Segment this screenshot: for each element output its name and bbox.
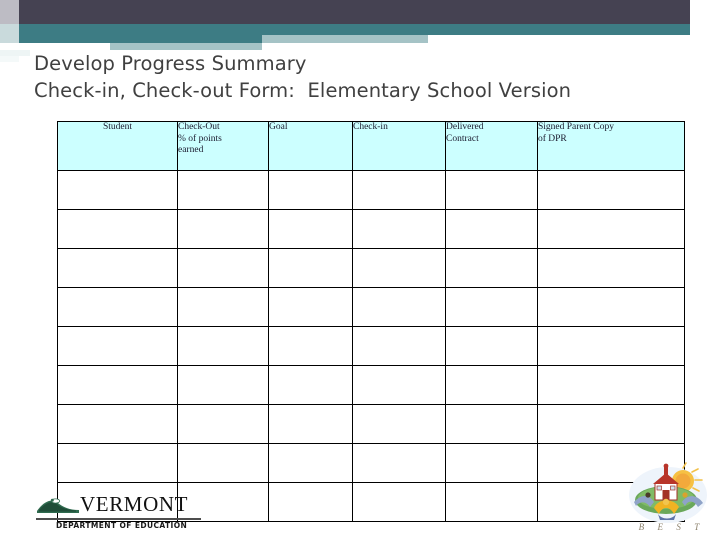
best-program-seal: B E S T (628, 462, 708, 540)
table-cell[interactable] (57, 209, 178, 249)
table-cell[interactable] (537, 287, 685, 327)
table-cell[interactable] (352, 287, 446, 327)
table-cell[interactable] (352, 326, 446, 366)
vermont-doe-logo: VERMONT DEPARTMENT OF EDUCATION (36, 492, 201, 536)
table-cell[interactable] (177, 209, 269, 249)
banner-teal-right-stripe-4 (0, 35, 19, 43)
table-cell[interactable] (537, 326, 685, 366)
table-cell[interactable] (268, 365, 353, 405)
table-cell[interactable] (57, 170, 178, 210)
table-cell[interactable] (445, 443, 538, 483)
table-row (57, 170, 685, 210)
table-row (57, 209, 685, 249)
slide-header-banner (0, 0, 720, 56)
table-cell[interactable] (57, 287, 178, 327)
banner-right-column-b (0, 56, 19, 62)
vermont-wordmark: VERMONT (80, 492, 189, 516)
table-header-cell-5: Signed Parent Copy of DPR (537, 121, 685, 171)
table-cell[interactable] (57, 326, 178, 366)
table-cell[interactable] (268, 404, 353, 444)
table-cell[interactable] (537, 170, 685, 210)
table-header-cell-3: Check-in (352, 121, 446, 171)
table-cell[interactable] (537, 209, 685, 249)
table-cell[interactable] (177, 287, 269, 327)
table-cell[interactable] (537, 404, 685, 444)
table-cell[interactable] (537, 365, 685, 405)
table-cell[interactable] (177, 326, 269, 366)
table-cell[interactable] (352, 482, 446, 522)
banner-teal-bar-stripe-4 (0, 24, 19, 35)
table-body (57, 170, 685, 522)
table-header-cell-1: Check-Out % of points earned (177, 121, 269, 171)
table-cell[interactable] (268, 482, 353, 522)
table-header-cell-4: Delivered Contract (445, 121, 538, 171)
banner-dark-bar (0, 0, 690, 24)
table-cell[interactable] (57, 365, 178, 405)
mountain-loon-icon (37, 498, 79, 513)
best-letter-s: S (676, 522, 681, 532)
table-header-cell-0: Student (57, 121, 178, 171)
page-title-line-2: Check-in, Check-out Form: Elementary Sch… (34, 79, 572, 102)
table-row (57, 248, 685, 288)
banner-white-notch (0, 43, 110, 50)
table-cell[interactable] (177, 443, 269, 483)
table-cell[interactable] (177, 404, 269, 444)
vermont-logo-subtitle: DEPARTMENT OF EDUCATION (56, 521, 188, 530)
banner-teal-bar (0, 24, 690, 35)
table-cell[interactable] (537, 248, 685, 288)
table-cell[interactable] (268, 170, 353, 210)
table-row (57, 443, 685, 483)
table-cell[interactable] (268, 248, 353, 288)
table-cell[interactable] (268, 326, 353, 366)
table-cell[interactable] (57, 443, 178, 483)
table-row (57, 365, 685, 405)
table-cell[interactable] (177, 365, 269, 405)
table-cell[interactable] (445, 209, 538, 249)
table-cell[interactable] (352, 170, 446, 210)
table-cell[interactable] (445, 404, 538, 444)
best-letter-e: E (657, 522, 664, 532)
table-cell[interactable] (268, 287, 353, 327)
table-cell[interactable] (445, 482, 538, 522)
banner-teal-bar-right (0, 35, 262, 43)
table-cell[interactable] (352, 365, 446, 405)
table-cell[interactable] (352, 443, 446, 483)
best-acronym-letters: B E S T (632, 522, 706, 532)
table-cell[interactable] (352, 404, 446, 444)
best-letter-b: B (638, 522, 645, 532)
table-cell[interactable] (352, 248, 446, 288)
table-row (57, 326, 685, 366)
table-header-row: Student Check-Out % of points earned Goal C… (57, 121, 685, 171)
table-cell[interactable] (445, 326, 538, 366)
table-cell[interactable] (268, 209, 353, 249)
table-cell[interactable] (177, 248, 269, 288)
table-cell[interactable] (57, 404, 178, 444)
table-cell[interactable] (177, 170, 269, 210)
table-cell[interactable] (445, 365, 538, 405)
table-row (57, 287, 685, 327)
table-header-cell-2: Goal (268, 121, 353, 171)
table-cell[interactable] (57, 248, 178, 288)
page-title-line-1: Develop Progress Summary (34, 52, 307, 75)
banner-dark-bar-stripe-4 (0, 0, 19, 24)
table-cell[interactable] (445, 287, 538, 327)
table-cell[interactable] (268, 443, 353, 483)
best-letter-t: T (694, 522, 700, 532)
page-title: Develop Progress Summary Check-in, Check… (34, 50, 684, 104)
table-cell[interactable] (445, 170, 538, 210)
table-cell[interactable] (445, 248, 538, 288)
schoolhouse-children-sun-icon (629, 462, 707, 523)
vermont-logo-rule (36, 518, 201, 520)
check-in-check-out-table: Student Check-Out % of points earned Goal C… (57, 121, 685, 522)
table-cell[interactable] (352, 209, 446, 249)
table-row (57, 404, 685, 444)
